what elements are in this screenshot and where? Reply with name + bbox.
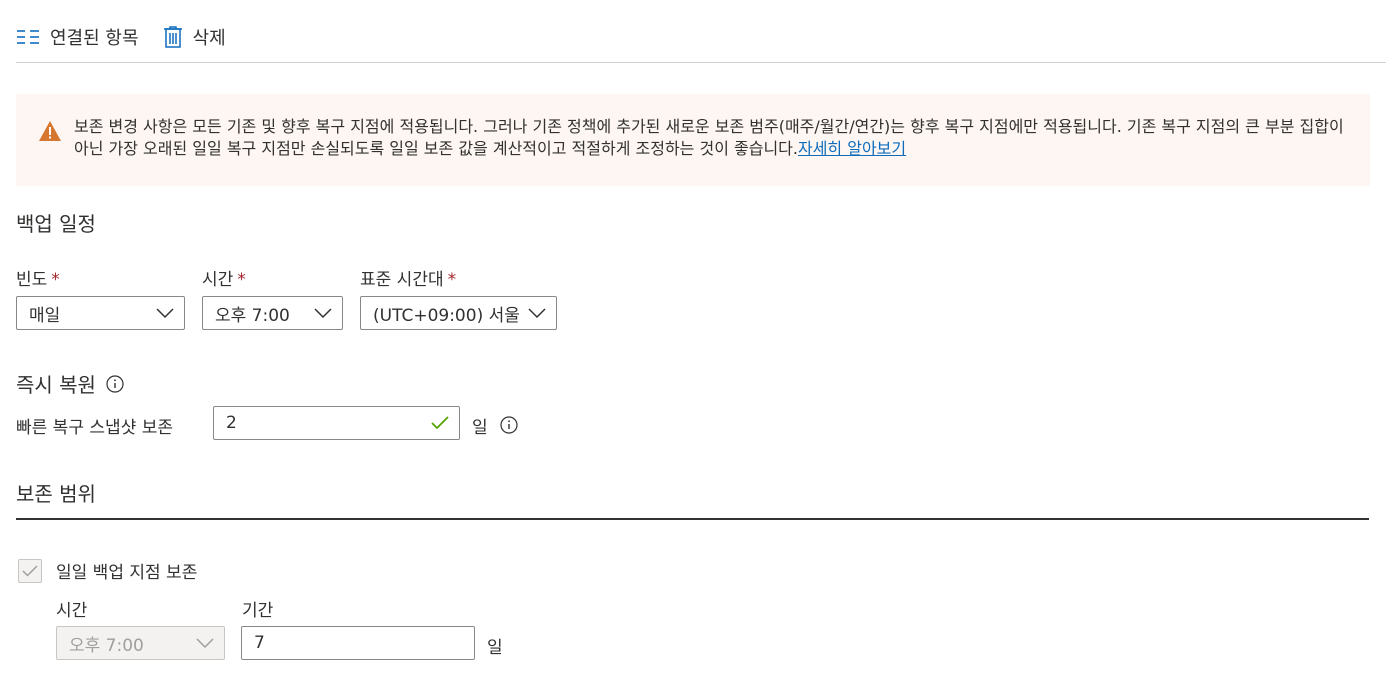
snapshot-retention-value: 2 — [226, 413, 237, 433]
chevron-down-icon — [528, 308, 546, 319]
linked-items-button[interactable]: 연결된 항목 — [16, 24, 139, 50]
backup-schedule-heading: 백업 일정 — [16, 212, 96, 236]
warning-message: 보존 변경 사항은 모든 기존 및 향후 복구 지점에 적용됩니다. 그러나 기… — [74, 116, 1350, 186]
command-bar: 연결된 항목 삭제 — [16, 22, 250, 52]
chevron-down-icon — [156, 308, 174, 319]
snapshot-retention-input[interactable]: 2 — [213, 406, 460, 440]
instant-restore-title: 즉시 복원 — [16, 373, 96, 397]
daily-retention-label: 일일 백업 지점 보존 — [56, 563, 198, 583]
retention-range-heading: 보존 범위 — [16, 482, 96, 506]
daily-time-label: 시간 — [56, 601, 88, 621]
daily-duration-input[interactable]: 7 — [241, 626, 475, 660]
checkmark-icon — [431, 416, 449, 430]
checkmark-icon — [22, 564, 38, 577]
info-icon[interactable] — [500, 416, 518, 434]
required-mark: * — [447, 270, 457, 290]
chevron-down-icon — [196, 638, 214, 649]
daily-duration-label: 기간 — [242, 601, 274, 621]
delete-label: 삭제 — [192, 28, 226, 49]
info-icon[interactable] — [106, 374, 124, 393]
list-icon — [17, 30, 39, 44]
trash-icon — [163, 26, 182, 48]
learn-more-link[interactable]: 자세히 알아보기 — [798, 139, 906, 158]
daily-retention-checkbox-row: 일일 백업 지점 보존 — [18, 558, 197, 583]
required-mark: * — [51, 270, 60, 290]
daily-retention-checkbox[interactable] — [18, 558, 42, 583]
timezone-dropdown[interactable]: (UTC+09:00) 서울 — [360, 296, 557, 330]
toolbar-divider — [16, 62, 1386, 63]
warning-text: 보존 변경 사항은 모든 기존 및 향후 복구 지점에 적용됩니다. 그러나 기… — [74, 117, 1344, 158]
linked-items-label: 연결된 항목 — [50, 28, 139, 49]
daily-time-value: 오후 7:00 — [69, 635, 144, 656]
timezone-value: (UTC+09:00) 서울 — [373, 305, 520, 326]
instant-restore-heading: 즉시 복원 — [16, 369, 124, 398]
warning-banner: 보존 변경 사항은 모든 기존 및 향후 복구 지점에 적용됩니다. 그러나 기… — [16, 94, 1370, 186]
frequency-dropdown[interactable]: 매일 — [16, 296, 185, 330]
warning-icon — [39, 121, 61, 141]
time-label: 시간 * — [202, 270, 246, 290]
section-divider — [16, 518, 1369, 520]
time-dropdown[interactable]: 오후 7:00 — [202, 296, 343, 330]
snapshot-unit: 일 — [472, 418, 488, 438]
time-value: 오후 7:00 — [215, 305, 290, 326]
daily-duration-value: 7 — [254, 633, 265, 653]
daily-time-dropdown: 오후 7:00 — [56, 626, 225, 660]
chevron-down-icon — [314, 308, 332, 319]
frequency-value: 매일 — [29, 305, 61, 326]
delete-button[interactable]: 삭제 — [163, 24, 226, 50]
required-mark: * — [237, 270, 246, 290]
snapshot-retention-label: 빠른 복구 스냅샷 보존 — [16, 418, 173, 438]
daily-duration-unit: 일 — [487, 638, 503, 658]
timezone-label: 표준 시간대 * — [360, 270, 457, 290]
frequency-label: 빈도 * — [16, 270, 60, 290]
